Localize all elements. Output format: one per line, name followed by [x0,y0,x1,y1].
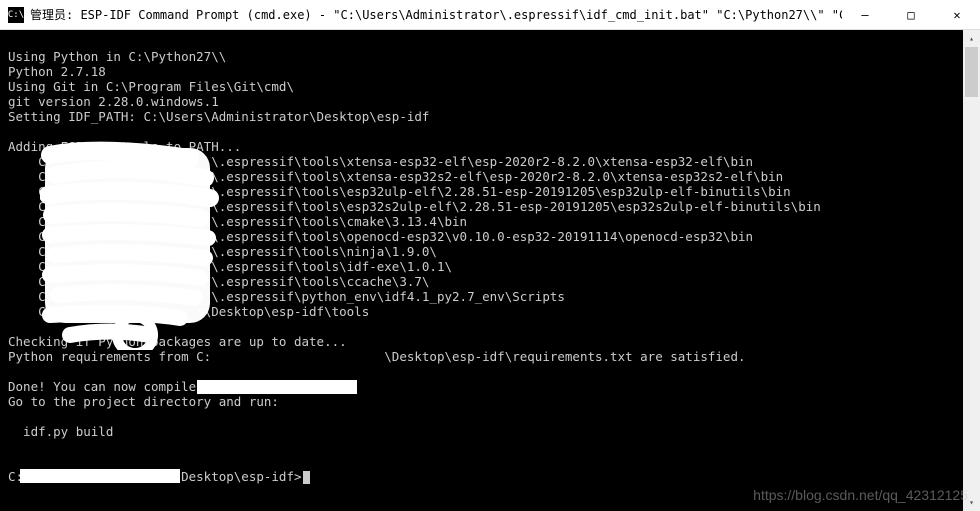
terminal-line: Adding ESP-IDF tools to PATH... [8,139,241,154]
terminal-line: Python 2.7.18 [8,64,106,79]
window-controls: — □ ✕ [842,0,980,29]
terminal-prompt: C:\ \Desktop\esp-idf> [8,469,302,484]
close-button[interactable]: ✕ [934,0,980,29]
terminal-line: git version 2.28.0.windows.1 [8,94,219,109]
terminal-line: Python requirements from C: \Desktop\esp… [8,349,746,364]
scroll-down-icon[interactable]: ▾ [963,494,980,511]
terminal-line: C:\ \.espressif\python_env\idf4.1_py2.7_… [8,289,565,304]
terminal-line: Done! You can now compile ESP-IDF projec… [8,379,332,394]
terminal-line: C:\ \.espressif\tools\idf-exe\1.0.1\ [8,259,452,274]
cursor-icon [303,471,310,484]
terminal-line: Go to the project directory and run: [8,394,279,409]
window-title: 管理员: ESP-IDF Command Prompt (cmd.exe) - … [30,6,842,23]
terminal-line: idf.py build [8,424,113,439]
terminal-line: C:\Us r\Desktop\esp-idf\tools [8,304,369,319]
terminal-line: C:\ \.espressif\tools\cmake\3.13.4\bin [8,214,467,229]
terminal-line: C:\ \.espressif\tools\ninja\1.9.0\ [8,244,437,259]
terminal-line: Using Python in C:\Python27\\ [8,49,226,64]
window-titlebar: C:\ 管理员: ESP-IDF Command Prompt (cmd.exe… [0,0,980,30]
terminal-line: Checking if Python packages are up to da… [8,334,347,349]
terminal-line: C:\ \.espressif\tools\xtensa-esp32-elf\e… [8,154,753,169]
terminal-line: C:\ \.espressif\tools\esp32s2ulp-elf\2.2… [8,199,821,214]
maximize-button[interactable]: □ [888,0,934,29]
terminal-line: C:\ \.espressif\tools\esp32ulp-elf\2.28.… [8,184,791,199]
terminal-line: Setting IDF_PATH: C:\Users\Administrator… [8,109,429,124]
vertical-scrollbar[interactable]: ▴ ▾ [963,30,980,511]
cmd-icon: C:\ [8,7,24,23]
scroll-up-icon[interactable]: ▴ [963,30,980,47]
scroll-thumb[interactable] [965,47,978,97]
terminal-output[interactable]: Using Python in C:\Python27\\ Python 2.7… [0,30,980,511]
terminal-line: Using Git in C:\Program Files\Git\cmd\ [8,79,294,94]
terminal-line: C:\ \.espressif\tools\openocd-esp32\v0.1… [8,229,753,244]
minimize-button[interactable]: — [842,0,888,29]
terminal-line: C:\ \.espressif\tools\xtensa-esp32s2-elf… [8,169,783,184]
terminal-line: C:\ \.espressif\tools\ccache\3.7\ [8,274,429,289]
